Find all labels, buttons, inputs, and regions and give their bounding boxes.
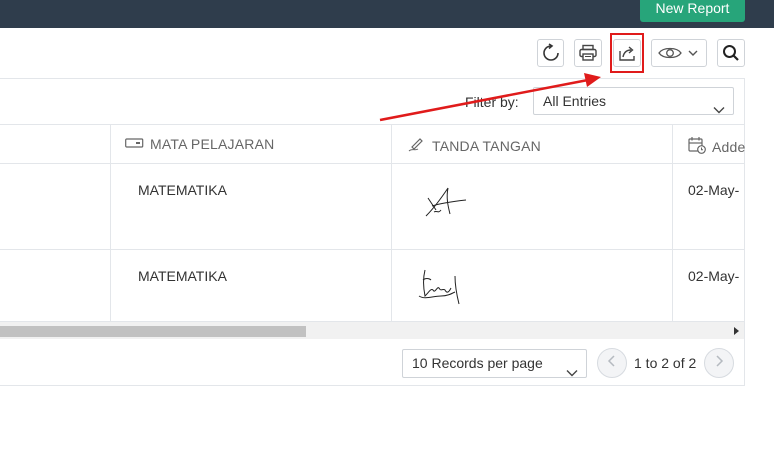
print-button[interactable] [574, 39, 602, 67]
table-header-top-border [0, 124, 744, 125]
records-per-page-value: 10 Records per page [412, 355, 543, 371]
chevron-right-icon [714, 354, 724, 372]
previous-page-button[interactable] [597, 348, 627, 378]
chevron-down-icon [713, 96, 725, 122]
filter-label: Filter by: [465, 94, 519, 110]
cell-mata-pelajaran: MATEMATIKA [138, 268, 227, 284]
horizontal-scrollbar[interactable] [0, 321, 744, 339]
export-button-highlight-box [610, 33, 644, 73]
column-divider [391, 125, 392, 321]
pagination-range-text: 1 to 2 of 2 [634, 355, 697, 371]
search-icon [722, 44, 740, 62]
search-button[interactable] [717, 39, 745, 67]
records-per-page-select[interactable]: 10 Records per page [402, 349, 587, 378]
new-report-button[interactable]: New Report [640, 0, 745, 22]
column-divider [110, 125, 111, 321]
column-divider [672, 125, 673, 321]
chevron-down-icon [566, 359, 578, 386]
cell-mata-pelajaran: MATEMATIKA [138, 182, 227, 198]
filter-select[interactable]: All Entries [533, 87, 734, 115]
view-toggle-button[interactable] [651, 39, 707, 67]
column-header-added[interactable]: Adde [688, 136, 746, 157]
table-row-divider [0, 249, 744, 250]
filter-selected-value: All Entries [543, 93, 607, 109]
next-page-button[interactable] [704, 348, 734, 378]
field-icon [125, 136, 144, 152]
column-header-label: TANDA TANGAN [432, 137, 541, 154]
refresh-button[interactable] [537, 39, 564, 67]
signature-pen-icon [408, 136, 426, 155]
scrollbar-thumb[interactable] [0, 326, 306, 337]
cell-added: 02-May- [688, 182, 740, 198]
signature-image [415, 266, 465, 313]
cell-added: 02-May- [688, 268, 740, 284]
column-header-label: Adde [712, 138, 746, 155]
chevron-left-icon [607, 354, 617, 372]
column-header-mata-pelajaran[interactable]: MATA PELAJARAN [125, 136, 274, 152]
eye-icon [658, 45, 682, 61]
scroll-right-arrow-icon[interactable] [734, 327, 739, 335]
calendar-clock-icon [688, 136, 706, 157]
print-icon [578, 44, 598, 62]
column-header-label: MATA PELAJARAN [150, 136, 275, 152]
refresh-icon [541, 43, 561, 63]
column-header-tanda-tangan[interactable]: TANDA TANGAN [408, 136, 541, 155]
table-header-bottom-border [0, 163, 744, 164]
chevron-down-icon [688, 49, 698, 57]
signature-image [420, 180, 470, 225]
